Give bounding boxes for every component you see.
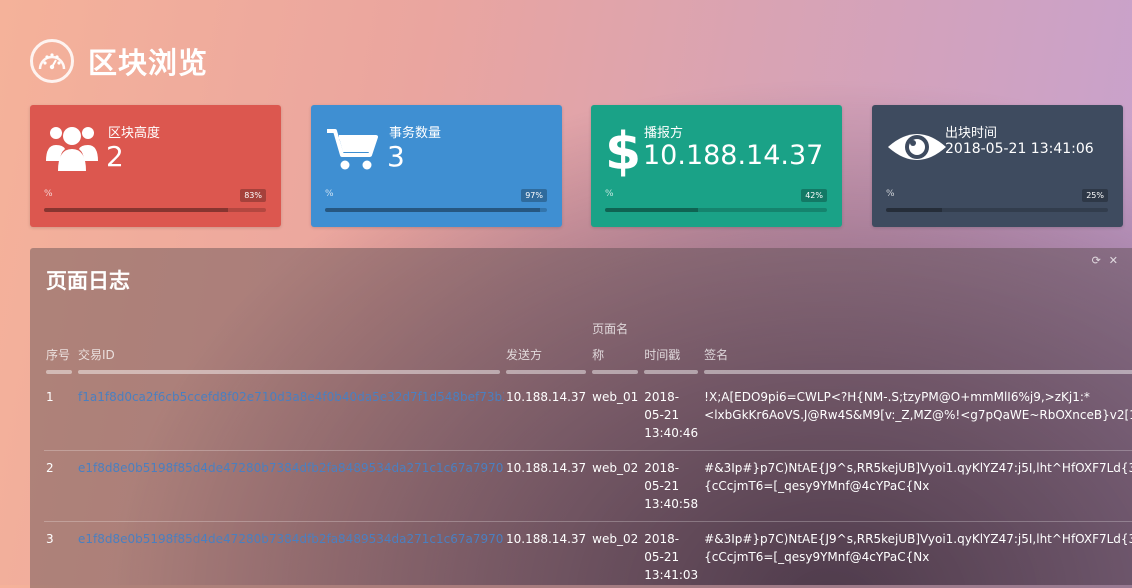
percent-badge: 97%	[521, 189, 547, 202]
percent-badge: 25%	[1082, 189, 1108, 202]
users-icon	[44, 119, 100, 175]
cell-sender: 10.188.14.37	[504, 451, 590, 522]
cart-icon	[325, 119, 381, 175]
percent-label: %	[44, 189, 53, 199]
card-value: 2	[106, 140, 124, 173]
table-row: 1 f1a1f8d0ca2f6cb5ccefd8f02e710d3a8e4f0b…	[44, 380, 1132, 451]
progress-bar	[886, 208, 1108, 212]
progress-fill	[325, 208, 540, 212]
refresh-icon[interactable]: ⟳	[1092, 254, 1101, 267]
cell-signature: #&3Ip#}p7C)NtAE{J9^s,RR5kejUB]Vyoi1.qyKl…	[702, 451, 1132, 522]
tx-id-link[interactable]: e1f8d8e0b5198f85d4de47280b7384dfb2fa8489…	[76, 451, 504, 522]
progress-fill	[886, 208, 942, 212]
card-value: 10.188.14.37	[643, 140, 823, 171]
page-header: 区块浏览	[30, 36, 208, 86]
card-label: 事务数量	[389, 122, 441, 141]
cell-index: 3	[44, 522, 76, 588]
panel-title: 页面日志	[46, 265, 130, 295]
column-header-tx-id[interactable]: 交易ID	[76, 316, 504, 380]
log-table: 序号 交易ID 发送方 页面名称 时间戳 签名 1 f1a1f8d0ca2f6c…	[44, 316, 1132, 588]
cell-timestamp: 2018-05-2113:40:46	[642, 380, 702, 451]
svg-text:$: $	[605, 122, 641, 179]
cell-page: web_02	[590, 522, 642, 588]
column-header-sender[interactable]: 发送方	[504, 316, 590, 380]
cell-page: web_02	[590, 451, 642, 522]
stat-card-reporter: $ 播报方 10.188.14.37 % 42%	[591, 105, 842, 227]
progress-fill	[44, 208, 228, 212]
cell-sender: 10.188.14.37	[504, 380, 590, 451]
cell-sender: 10.188.14.37	[504, 522, 590, 588]
percent-label: %	[605, 189, 614, 199]
card-value: 3	[387, 140, 405, 173]
column-header-index[interactable]: 序号	[44, 316, 76, 380]
page-log-panel: 页面日志 ⟳ ✕ 序号 交易ID 发送方 页面名称 时间戳 签名 1 f1a1f…	[30, 248, 1132, 588]
percent-badge: 42%	[801, 189, 827, 202]
column-header-signature[interactable]: 签名	[702, 316, 1132, 380]
column-header-page-name[interactable]: 页面名称	[590, 316, 642, 380]
stat-card-block-time: 出块时间 2018-05-21 13:41:06 % 25%	[872, 105, 1123, 227]
close-icon[interactable]: ✕	[1109, 254, 1118, 267]
cell-timestamp: 2018-05-2113:41:03	[642, 522, 702, 588]
cell-signature: !X;A[EDO9pi6=CWLP<?H{NM-.S;tzyPM@O+mmMlI…	[702, 380, 1132, 451]
column-header-timestamp[interactable]: 时间戳	[642, 316, 702, 380]
cell-page: web_01	[590, 380, 642, 451]
eye-icon	[886, 119, 942, 175]
percent-label: %	[886, 189, 895, 199]
progress-bar	[44, 208, 266, 212]
card-label: 播报方	[644, 122, 683, 141]
table-header-row: 序号 交易ID 发送方 页面名称 时间戳 签名	[44, 316, 1132, 380]
progress-bar	[605, 208, 827, 212]
card-label: 区块高度	[108, 122, 160, 141]
cell-signature: #&3Ip#}p7C)NtAE{J9^s,RR5kejUB]Vyoi1.qyKl…	[702, 522, 1132, 588]
cell-timestamp: 2018-05-2113:40:58	[642, 451, 702, 522]
card-value: 2018-05-21 13:41:06	[945, 141, 1094, 157]
progress-bar	[325, 208, 547, 212]
stat-card-tx-count: 事务数量 3 % 97%	[311, 105, 562, 227]
cell-index: 2	[44, 451, 76, 522]
table-row: 2 e1f8d8e0b5198f85d4de47280b7384dfb2fa84…	[44, 451, 1132, 522]
stat-card-block-height: 区块高度 2 % 83%	[30, 105, 281, 227]
table-row: 3 e1f8d8e0b5198f85d4de47280b7384dfb2fa84…	[44, 522, 1132, 588]
cell-index: 1	[44, 380, 76, 451]
progress-fill	[605, 208, 698, 212]
card-label: 出块时间	[945, 122, 997, 141]
percent-badge: 83%	[240, 189, 266, 202]
percent-label: %	[325, 189, 334, 199]
page-title: 区块浏览	[88, 40, 208, 82]
tx-id-link[interactable]: f1a1f8d0ca2f6cb5ccefd8f02e710d3a8e4f0b40…	[76, 380, 504, 451]
panel-tools: ⟳ ✕	[1092, 254, 1118, 267]
dashboard-icon	[30, 39, 74, 83]
tx-id-link[interactable]: e1f8d8e0b5198f85d4de47280b7384dfb2fa8489…	[76, 522, 504, 588]
